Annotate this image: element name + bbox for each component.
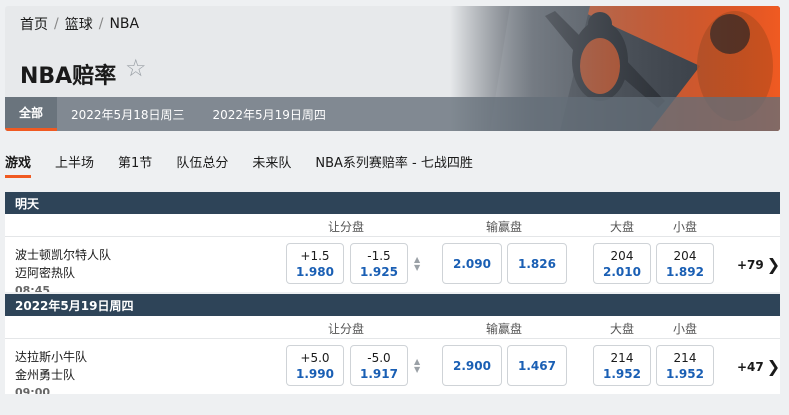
market-tabs: 游戏 上半场 第1节 队伍总分 未来队 NBA系列赛赔率 - 七战四胜 — [5, 152, 497, 178]
market-tab-first-quarter[interactable]: 第1节 — [118, 152, 152, 178]
odds-price: 2.090 — [453, 256, 491, 271]
spread-line: +5.0 — [300, 350, 330, 365]
market-tab-futures[interactable]: 未来队 — [252, 152, 291, 178]
moneyline-home-button[interactable]: 2.090 — [442, 243, 502, 284]
market-tab-series[interactable]: NBA系列赛赔率 - 七战四胜 — [315, 152, 473, 178]
under-button[interactable]: 204 1.892 — [656, 243, 714, 284]
more-markets-count: +79 — [737, 257, 764, 272]
date-tabs: 全部 2022年5月18日周三 2022年5月19日周四 — [5, 97, 780, 131]
match-time: 08:45 — [15, 284, 51, 292]
date-tab-may19[interactable]: 2022年5月19日周四 — [198, 97, 339, 131]
market-tab-team-totals[interactable]: 队伍总分 — [176, 152, 228, 178]
odds-price: 1.917 — [360, 366, 398, 381]
odds-price: 1.990 — [296, 366, 334, 381]
odds-price: 1.952 — [603, 366, 641, 381]
moneyline-home-button[interactable]: 2.900 — [442, 345, 502, 386]
odds-price: 1.980 — [296, 264, 334, 279]
odds-price: 2.900 — [453, 358, 491, 373]
col-under-label: 小盘 — [673, 322, 698, 336]
team-home[interactable]: 达拉斯小牛队 — [15, 348, 87, 365]
breadcrumb-separator: / — [98, 16, 104, 32]
total-line: 204 — [610, 248, 634, 263]
more-markets-link[interactable]: +47 ❯ — [737, 357, 780, 376]
col-over-label: 大盘 — [610, 220, 635, 234]
total-line: 214 — [610, 350, 634, 365]
spread-away-button[interactable]: -5.0 1.917 — [350, 345, 408, 386]
breadcrumb: 首页 / 篮球 / NBA — [20, 14, 139, 34]
breadcrumb-home[interactable]: 首页 — [20, 14, 48, 34]
breadcrumb-separator: / — [54, 16, 59, 32]
market-tab-game[interactable]: 游戏 — [5, 152, 32, 178]
market-tab-first-half[interactable]: 上半场 — [55, 152, 94, 178]
hero-banner: 首页 / 篮球 / NBA NBA赔率 ☆ 全部 2022年5月18日周三 20… — [5, 6, 780, 131]
team-away[interactable]: 迈阿密热队 — [15, 264, 75, 281]
team-home[interactable]: 波士顿凯尔特人队 — [15, 246, 111, 263]
col-moneyline-label: 输赢盘 — [486, 220, 523, 234]
breadcrumb-nba: NBA — [109, 16, 140, 32]
page-title: NBA赔率 — [20, 64, 117, 89]
odds-price: 2.010 — [603, 264, 641, 279]
spread-line: -1.5 — [367, 248, 391, 263]
spread-home-button[interactable]: +5.0 1.990 — [286, 345, 344, 386]
moneyline-away-button[interactable]: 1.826 — [507, 243, 567, 284]
odds-price: 1.925 — [360, 264, 398, 279]
more-markets-count: +47 — [737, 359, 764, 374]
date-tab-all[interactable]: 全部 — [5, 97, 58, 131]
section-header-tomorrow: 明天 — [5, 192, 780, 214]
total-line: 204 — [673, 248, 697, 263]
spread-line: -5.0 — [367, 350, 391, 365]
over-button[interactable]: 204 2.010 — [593, 243, 651, 284]
under-button[interactable]: 214 1.952 — [656, 345, 714, 386]
more-markets-link[interactable]: +79 ❯ — [737, 255, 780, 274]
col-spread-label: 让分盘 — [328, 322, 365, 336]
over-button[interactable]: 214 1.952 — [593, 345, 651, 386]
match-row: 波士顿凯尔特人队 迈阿密热队 08:45 +1.5 1.980 -1.5 1.9… — [5, 236, 780, 292]
spread-line: +1.5 — [300, 248, 330, 263]
col-spread-label: 让分盘 — [328, 220, 365, 234]
chevron-right-icon: ❯ — [766, 357, 780, 376]
section-header-may19: 2022年5月19日周四 — [5, 294, 780, 316]
col-under-label: 小盘 — [673, 220, 698, 234]
match-time: 09:00 — [15, 386, 51, 394]
total-line: 214 — [673, 350, 697, 365]
team-away[interactable]: 金州勇士队 — [15, 366, 75, 383]
col-over-label: 大盘 — [610, 322, 635, 336]
odds-price: 1.467 — [518, 358, 556, 373]
moneyline-away-button[interactable]: 1.467 — [507, 345, 567, 386]
line-adjust-icon[interactable]: ▲ ▼ — [414, 358, 420, 374]
breadcrumb-basketball[interactable]: 篮球 — [65, 14, 93, 34]
chevron-right-icon: ❯ — [766, 255, 780, 274]
odds-price: 1.826 — [518, 256, 556, 271]
spread-away-button[interactable]: -1.5 1.925 — [350, 243, 408, 284]
odds-price: 1.892 — [666, 264, 704, 279]
column-headers: 让分盘 输赢盘 大盘 小盘 — [5, 316, 780, 338]
match-row: 达拉斯小牛队 金州勇士队 09:00 +5.0 1.990 -5.0 1.917… — [5, 338, 780, 394]
col-moneyline-label: 输赢盘 — [486, 322, 523, 336]
line-adjust-icon[interactable]: ▲ ▼ — [414, 256, 420, 272]
favorite-star-icon[interactable]: ☆ — [125, 54, 147, 82]
odds-price: 1.952 — [666, 366, 704, 381]
date-tab-may18[interactable]: 2022年5月18日周三 — [57, 97, 198, 131]
column-headers: 让分盘 输赢盘 大盘 小盘 — [5, 214, 780, 236]
spread-home-button[interactable]: +1.5 1.980 — [286, 243, 344, 284]
